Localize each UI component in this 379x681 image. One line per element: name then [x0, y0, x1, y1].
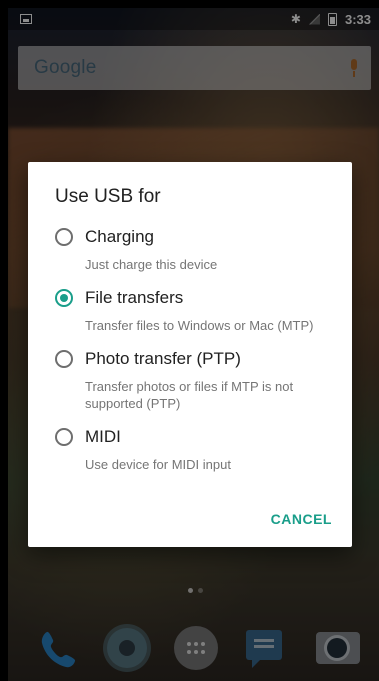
option-midi[interactable]: MIDI Use device for MIDI input: [55, 426, 352, 473]
option-description: Just charge this device: [85, 257, 218, 272]
option-file-transfers[interactable]: File transfers Transfer files to Windows…: [55, 287, 352, 334]
cancel-button[interactable]: CANCEL: [265, 507, 338, 531]
option-photo-transfer[interactable]: Photo transfer (PTP) Transfer photos or …: [55, 348, 352, 412]
radio-button[interactable]: [55, 428, 73, 446]
dialog-title: Use USB for: [55, 186, 161, 207]
option-label: MIDI: [85, 427, 121, 446]
option-label: Photo transfer (PTP): [85, 349, 241, 368]
option-description: Transfer files to Windows or Mac (MTP): [85, 318, 314, 333]
option-description: Use device for MIDI input: [85, 457, 231, 472]
radio-button-selected[interactable]: [55, 289, 73, 307]
option-charging[interactable]: Charging Just charge this device: [55, 226, 352, 273]
option-description: Transfer photos or files if MTP is not s…: [85, 379, 294, 411]
radio-button[interactable]: [55, 350, 73, 368]
option-label: Charging: [85, 227, 154, 246]
usb-mode-dialog: Use USB for Charging Just charge this de…: [28, 162, 352, 547]
option-label: File transfers: [85, 288, 184, 307]
radio-button[interactable]: [55, 228, 73, 246]
